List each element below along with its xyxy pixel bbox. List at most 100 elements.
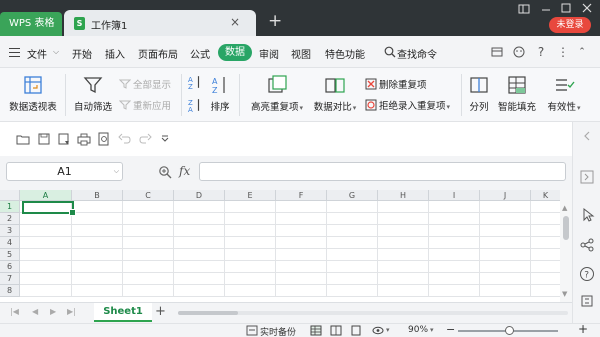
add-sheet-button[interactable]: + — [155, 304, 166, 319]
collapse-ribbon-icon[interactable]: ⌃ — [574, 44, 590, 60]
pivot-table-button[interactable]: 数据透视表 — [8, 74, 58, 113]
search-command[interactable]: 查找命令 — [397, 46, 437, 61]
grid-cell[interactable] — [20, 285, 72, 297]
grid-cell[interactable] — [225, 237, 276, 249]
grid-cell[interactable] — [327, 261, 378, 273]
row-header[interactable]: 6 — [0, 261, 20, 273]
grid-cell[interactable] — [327, 285, 378, 297]
grid-cell[interactable] — [480, 201, 531, 213]
customize-toolbar-icon[interactable] — [158, 132, 172, 146]
menu-file[interactable]: 文件 — [27, 46, 47, 61]
print-icon[interactable] — [77, 132, 91, 146]
grid-cell[interactable] — [429, 249, 480, 261]
grid-cell[interactable] — [531, 273, 560, 285]
redo-icon[interactable] — [138, 132, 152, 146]
grid-cell[interactable] — [72, 237, 123, 249]
grid-cell[interactable] — [20, 225, 72, 237]
spreadsheet-grid[interactable]: ABCDEFGHIJK 12345678 — [0, 190, 560, 302]
menu-home[interactable]: 开始 — [72, 46, 92, 61]
menu-insert[interactable]: 插入 — [105, 46, 125, 61]
page-break-view-icon[interactable] — [330, 325, 342, 336]
grid-cell[interactable] — [276, 249, 327, 261]
feedback-icon[interactable] — [511, 44, 527, 60]
grid-cell[interactable] — [531, 261, 560, 273]
grid-cell[interactable] — [20, 249, 72, 261]
login-button[interactable]: 未登录 — [549, 17, 591, 33]
row-header[interactable]: 4 — [0, 237, 20, 249]
backup-icon[interactable] — [246, 325, 258, 336]
grid-cell[interactable] — [174, 213, 225, 225]
maximize-icon[interactable] — [561, 3, 571, 13]
grid-cell[interactable] — [276, 213, 327, 225]
column-header[interactable]: E — [225, 190, 276, 201]
grid-cell[interactable] — [480, 213, 531, 225]
row-header[interactable]: 1 — [0, 201, 20, 213]
save-as-icon[interactable] — [57, 132, 71, 146]
grid-cell[interactable] — [72, 261, 123, 273]
column-header[interactable]: I — [429, 190, 480, 201]
first-sheet-icon[interactable]: |◀ — [10, 307, 19, 316]
grid-cell[interactable] — [378, 225, 429, 237]
share-icon[interactable] — [580, 238, 594, 252]
grid-cell[interactable] — [378, 213, 429, 225]
grid-cell[interactable] — [378, 249, 429, 261]
horizontal-scrollbar[interactable] — [178, 309, 568, 317]
data-compare-button[interactable]: 数据对比▾ — [311, 74, 359, 113]
menu-special[interactable]: 特色功能 — [325, 46, 365, 61]
grid-cell[interactable] — [531, 225, 560, 237]
grid-cell[interactable] — [531, 201, 560, 213]
close-window-icon[interactable] — [582, 3, 592, 13]
close-tab-icon[interactable]: × — [230, 15, 240, 29]
grid-cell[interactable] — [429, 201, 480, 213]
grid-cell[interactable] — [174, 261, 225, 273]
zoom-slider-thumb[interactable] — [505, 326, 514, 335]
grid-cell[interactable] — [174, 201, 225, 213]
next-sheet-icon[interactable]: ▶ — [50, 307, 56, 316]
grid-cell[interactable] — [174, 273, 225, 285]
grid-cell[interactable] — [174, 237, 225, 249]
row-header[interactable]: 3 — [0, 225, 20, 237]
undo-icon[interactable] — [118, 132, 132, 146]
smart-fill-button[interactable]: 智能填充 — [497, 74, 537, 113]
new-tab-button[interactable]: + — [268, 11, 282, 31]
grid-cell[interactable] — [123, 237, 174, 249]
grid-cell[interactable] — [327, 273, 378, 285]
grid-cell[interactable] — [378, 237, 429, 249]
chevron-down-icon[interactable]: ▾ — [386, 326, 390, 334]
grid-cell[interactable] — [327, 201, 378, 213]
more-icon[interactable]: ⋮ — [555, 44, 571, 60]
name-box[interactable]: A1 ⌵ — [6, 162, 123, 181]
grid-cell[interactable] — [225, 261, 276, 273]
formula-input[interactable] — [199, 162, 566, 181]
column-header[interactable]: J — [480, 190, 531, 201]
grid-cell[interactable] — [378, 273, 429, 285]
grid-cell[interactable] — [276, 273, 327, 285]
grid-cell[interactable] — [378, 201, 429, 213]
row-header[interactable]: 7 — [0, 273, 20, 285]
menu-view[interactable]: 视图 — [291, 46, 311, 61]
zoom-in-button[interactable]: + — [578, 322, 588, 336]
grid-cell[interactable] — [276, 201, 327, 213]
grid-cell[interactable] — [72, 249, 123, 261]
grid-cell[interactable] — [429, 213, 480, 225]
scroll-up-icon[interactable]: ▲ — [562, 204, 567, 212]
vertical-scrollbar[interactable]: ▲ ▼ — [560, 190, 572, 302]
menu-formula[interactable]: 公式 — [190, 46, 210, 61]
window-layout-icon[interactable] — [518, 4, 530, 14]
last-sheet-icon[interactable]: ▶| — [67, 307, 76, 316]
select-cursor-icon[interactable] — [581, 208, 595, 222]
column-header[interactable]: C — [123, 190, 174, 201]
column-header[interactable]: A — [20, 190, 72, 201]
reading-mode-icon[interactable] — [372, 325, 384, 336]
grid-cell[interactable] — [531, 249, 560, 261]
grid-cell[interactable] — [531, 213, 560, 225]
sheet-tab[interactable]: Sheet1 — [94, 303, 152, 322]
menu-data[interactable]: 数据 — [218, 44, 252, 61]
grid-cell[interactable] — [174, 225, 225, 237]
zoom-out-button[interactable]: − — [446, 323, 455, 336]
show-all-button[interactable]: 全部显示 — [119, 77, 171, 91]
grid-cell[interactable] — [429, 237, 480, 249]
column-header[interactable]: F — [276, 190, 327, 201]
help-circle-icon[interactable]: ? — [579, 266, 595, 282]
grid-cell[interactable] — [378, 261, 429, 273]
